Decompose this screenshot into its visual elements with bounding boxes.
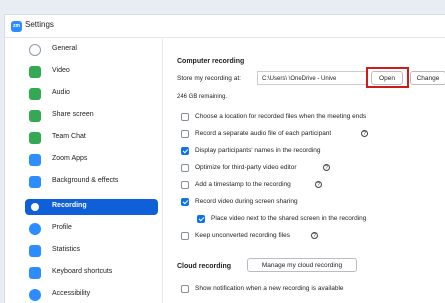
sidebar-item-share-screen[interactable]: Share screen xyxy=(25,108,158,124)
open-button-highlight xyxy=(366,67,409,88)
sidebar-item-label: Accessibility xyxy=(52,290,91,297)
statistics-icon xyxy=(29,245,41,257)
sidebar-item-general[interactable]: General xyxy=(25,42,158,58)
sidebar-item-recording[interactable]: Recording xyxy=(25,199,158,215)
help-icon[interactable]: ? xyxy=(315,181,322,188)
help-icon[interactable]: ? xyxy=(361,130,368,137)
option-label: Record video during screen sharing xyxy=(195,198,298,205)
gear-icon xyxy=(29,44,41,56)
change-button[interactable]: Change xyxy=(410,71,445,85)
option-label: Choose a location for recorded files whe… xyxy=(195,113,367,120)
sidebar-item-label: Zoom Apps xyxy=(52,155,88,162)
checkbox-separate-audio[interactable] xyxy=(181,130,189,138)
zoom-app-icon: zm xyxy=(11,21,22,32)
sidebar-item-audio[interactable]: Audio xyxy=(25,86,158,102)
option-label: Show notification when a new recording i… xyxy=(195,285,344,292)
option-label: Optimize for third-party video editor xyxy=(195,164,297,171)
sidebar-item-label: Background & effects xyxy=(52,177,119,184)
title-bar: zm Settings xyxy=(5,15,445,38)
checkbox-keep-unconverted[interactable] xyxy=(181,232,189,240)
sidebar-item-label: Recording xyxy=(52,202,87,209)
sidebar-item-video[interactable]: Video xyxy=(25,64,158,80)
apps-icon xyxy=(29,154,41,166)
sidebar-item-accessibility[interactable]: Accessibility xyxy=(25,287,158,303)
sidebar-item-label: Audio xyxy=(52,89,70,96)
option-label: Add a timestamp to the recording xyxy=(195,181,291,188)
sidebar-item-label: Share screen xyxy=(52,111,94,118)
headphones-icon xyxy=(29,88,41,100)
checkbox-display-names[interactable] xyxy=(181,147,189,155)
sidebar-item-background-effects[interactable]: Background & effects xyxy=(25,174,158,190)
computer-recording-heading: Computer recording xyxy=(177,58,245,65)
help-icon[interactable]: ? xyxy=(311,232,318,239)
store-recording-label: Store my recording at: xyxy=(177,75,241,82)
profile-icon xyxy=(29,223,41,235)
sidebar-item-label: Keyboard shortcuts xyxy=(52,268,113,275)
option-label: Keep unconverted recording files xyxy=(195,232,291,239)
option-label: Record a separate audio file of each par… xyxy=(195,130,332,137)
sidebar-item-label: General xyxy=(52,45,77,52)
help-icon[interactable]: ? xyxy=(323,164,330,171)
manage-cloud-recording-button[interactable]: Manage my cloud recording xyxy=(247,258,357,272)
video-icon xyxy=(29,66,41,78)
settings-sidebar: General Video Audio Share screen Team Ch… xyxy=(5,39,165,303)
sidebar-item-keyboard-shortcuts[interactable]: Keyboard shortcuts xyxy=(25,265,158,281)
checkbox-record-video-sharing[interactable] xyxy=(181,198,189,206)
chat-icon xyxy=(29,132,41,144)
keyboard-icon xyxy=(29,267,41,279)
checkbox-optimize-editor[interactable] xyxy=(181,164,189,172)
record-icon xyxy=(31,203,39,211)
sidebar-item-label: Profile xyxy=(52,224,72,231)
sidebar-item-label: Statistics xyxy=(52,246,81,253)
sidebar-item-label: Team Chat xyxy=(52,133,86,140)
sidebar-item-statistics[interactable]: Statistics xyxy=(25,243,158,259)
storage-remaining: 246 GB remaining. xyxy=(177,94,228,100)
background-icon xyxy=(29,176,41,188)
option-label: Display participants' names in the recor… xyxy=(195,147,321,154)
checkbox-timestamp[interactable] xyxy=(181,181,189,189)
option-label: Place video next to the shared screen in… xyxy=(211,215,367,222)
share-screen-icon xyxy=(29,110,41,122)
sidebar-item-team-chat[interactable]: Team Chat xyxy=(25,130,158,146)
checkbox-place-video-next[interactable] xyxy=(197,215,205,223)
sidebar-item-profile[interactable]: Profile xyxy=(25,221,158,237)
settings-window: zm Settings General Video Audio Share sc… xyxy=(4,14,445,303)
accessibility-icon xyxy=(29,289,41,301)
checkbox-cloud-notification[interactable] xyxy=(181,285,189,293)
recording-path-field[interactable]: C:\Users\ \OneDrive - Unive xyxy=(257,71,367,85)
window-title: Settings xyxy=(25,20,54,29)
cloud-recording-heading: Cloud recording xyxy=(177,263,232,270)
checkbox-choose-location[interactable] xyxy=(181,113,189,121)
sidebar-item-label: Video xyxy=(52,67,70,74)
recording-settings-panel: Computer recording Store my recording at… xyxy=(163,39,445,303)
sidebar-item-zoom-apps[interactable]: Zoom Apps xyxy=(25,152,158,168)
